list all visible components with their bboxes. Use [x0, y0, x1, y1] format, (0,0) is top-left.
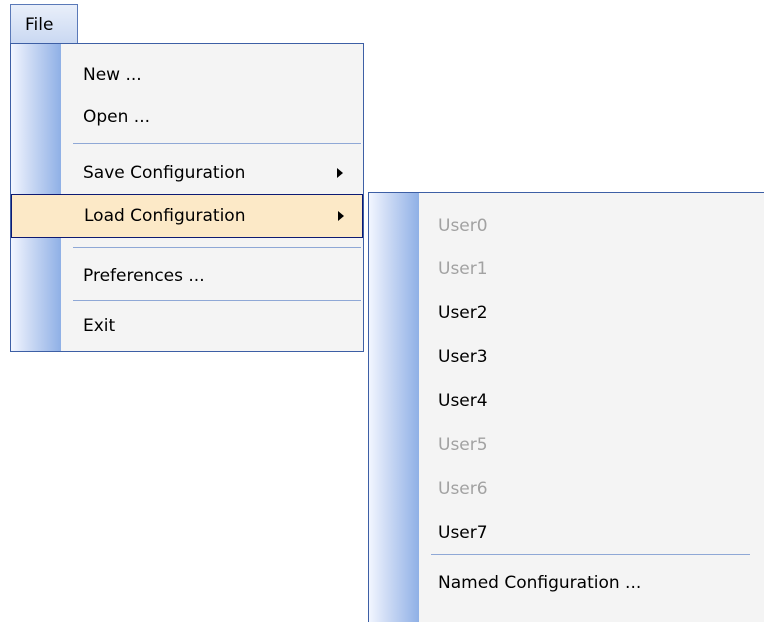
menu-separator — [73, 247, 361, 248]
menu-separator — [431, 554, 750, 555]
file-menu-label: File — [25, 15, 54, 35]
file-menu: New ... Open ... Save Configuration Load… — [10, 43, 364, 352]
menu-item-new[interactable]: New ... — [11, 52, 363, 98]
submenu-arrow-icon — [338, 211, 344, 221]
menu-item-load-configuration[interactable]: Load Configuration — [11, 194, 363, 238]
submenu-item-label: User3 — [438, 347, 488, 367]
submenu-item-label: User6 — [438, 479, 488, 499]
submenu-item-user4[interactable]: User4 — [369, 379, 764, 423]
menu-item-label: Save Configuration — [83, 163, 246, 183]
submenu-item-label: User5 — [438, 435, 488, 455]
submenu-item-label: Named Configuration ... — [438, 573, 642, 593]
submenu-item-user6: User6 — [369, 467, 764, 511]
menu-item-label: Open ... — [83, 107, 151, 127]
submenu-item-label: User4 — [438, 391, 488, 411]
file-menu-button[interactable]: File — [10, 4, 78, 44]
submenu-item-user1: User1 — [369, 247, 764, 291]
menu-item-label: New ... — [83, 65, 142, 85]
menu-separator — [73, 300, 361, 301]
menu-item-open[interactable]: Open ... — [11, 98, 363, 136]
submenu-item-user3[interactable]: User3 — [369, 335, 764, 379]
menu-item-label: Load Configuration — [84, 206, 246, 226]
submenu-item-label: User1 — [438, 259, 488, 279]
submenu-item-label: User0 — [438, 216, 488, 236]
menu-separator — [73, 143, 361, 144]
menu-item-exit[interactable]: Exit — [11, 306, 363, 346]
submenu-arrow-icon — [337, 168, 343, 178]
submenu-item-user0: User0 — [369, 205, 764, 247]
submenu-item-user5: User5 — [369, 423, 764, 467]
menu-item-label: Preferences ... — [83, 266, 205, 286]
menu-item-save-configuration[interactable]: Save Configuration — [11, 150, 363, 196]
submenu-item-user2[interactable]: User2 — [369, 291, 764, 335]
submenu-item-label: User2 — [438, 303, 488, 323]
submenu-item-named-configuration[interactable]: Named Configuration ... — [369, 561, 764, 605]
load-configuration-submenu: User0 User1 User2 User3 User4 User5 User… — [368, 192, 764, 622]
submenu-item-label: User7 — [438, 523, 488, 543]
menu-item-label: Exit — [83, 316, 116, 336]
menu-item-preferences[interactable]: Preferences ... — [11, 252, 363, 300]
submenu-item-user7[interactable]: User7 — [369, 511, 764, 555]
